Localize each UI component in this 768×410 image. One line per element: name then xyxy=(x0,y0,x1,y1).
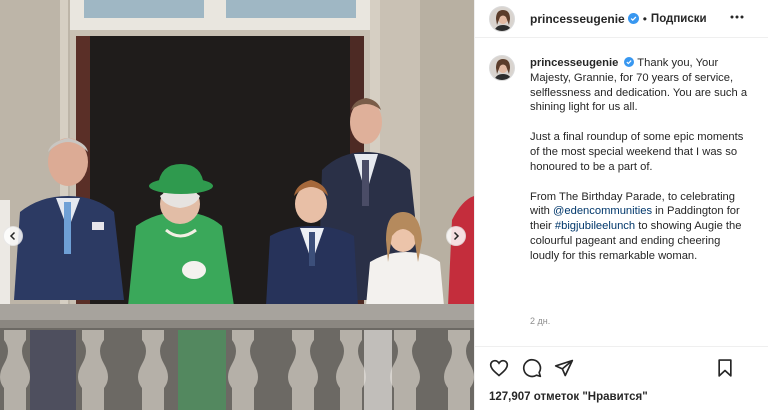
share-icon xyxy=(554,359,574,377)
verified-badge-icon xyxy=(627,13,639,24)
bookmark-icon xyxy=(718,359,732,377)
avatar[interactable] xyxy=(489,5,515,32)
verified-badge-icon xyxy=(624,57,635,67)
save-button[interactable] xyxy=(715,358,735,383)
heart-icon xyxy=(489,359,509,377)
like-button[interactable] xyxy=(489,358,509,383)
comment-button[interactable] xyxy=(522,358,542,383)
likes-count[interactable]: 127,907 отметок "Нравится" xyxy=(489,391,648,403)
mention-link[interactable]: @edencommunities xyxy=(553,205,652,217)
post-side-panel: princesseugenie • Подписки princesseugen… xyxy=(474,0,768,410)
previous-slide-button[interactable] xyxy=(3,226,23,246)
caption-username[interactable]: princesseugenie xyxy=(530,57,618,69)
caption-text: princesseugenie Thank you, Your Majesty,… xyxy=(530,56,752,264)
caption-avatar[interactable] xyxy=(489,55,515,81)
chevron-left-icon xyxy=(9,231,16,241)
post-timestamp[interactable]: 2 дн. xyxy=(530,316,550,326)
post-photo[interactable] xyxy=(0,0,474,410)
caption-paragraph-3: From The Birthday Parade, to celebrating… xyxy=(530,190,752,264)
post-header: princesseugenie • Подписки xyxy=(475,0,768,38)
more-options-button[interactable] xyxy=(729,9,745,30)
caption-paragraph-2: Just a final roundup of some epic moment… xyxy=(530,131,744,173)
comment-icon xyxy=(522,358,542,378)
profile-photo-image xyxy=(490,6,514,31)
profile-photo-image xyxy=(490,56,514,80)
following-button[interactable]: Подписки xyxy=(651,13,707,25)
more-options-icon xyxy=(730,15,744,19)
header-username[interactable]: princesseugenie xyxy=(530,12,625,26)
share-button[interactable] xyxy=(554,358,574,383)
hashtag-link[interactable]: #bigjubileelunch xyxy=(555,220,635,232)
post-actions-bar: 127,907 отметок "Нравится" xyxy=(475,346,768,410)
balcony-photo-image xyxy=(0,0,474,410)
separator-dot: • xyxy=(642,11,647,26)
next-slide-button[interactable] xyxy=(446,226,466,246)
chevron-right-icon xyxy=(453,231,460,241)
